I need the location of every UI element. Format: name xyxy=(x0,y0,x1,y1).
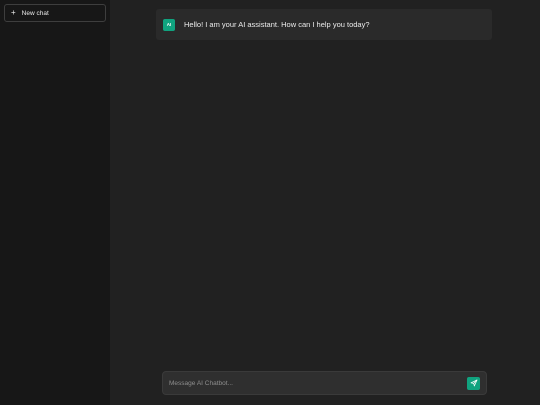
plus-icon: + xyxy=(11,8,16,17)
assistant-message: AI Hello! I am your AI assistant. How ca… xyxy=(156,9,492,40)
message-composer xyxy=(162,371,487,395)
sidebar: + New chat xyxy=(0,0,110,405)
avatar: AI xyxy=(163,18,175,31)
message-input[interactable] xyxy=(169,379,467,387)
new-chat-label: New chat xyxy=(21,9,49,17)
chat-app: + New chat AI Hello! I am your AI assist… xyxy=(0,0,540,405)
new-chat-button[interactable]: + New chat xyxy=(4,4,106,22)
send-button[interactable] xyxy=(467,376,480,390)
chat-main: AI Hello! I am your AI assistant. How ca… xyxy=(110,0,540,405)
send-icon xyxy=(470,379,477,387)
message-text: Hello! I am your AI assistant. How can I… xyxy=(184,20,370,29)
